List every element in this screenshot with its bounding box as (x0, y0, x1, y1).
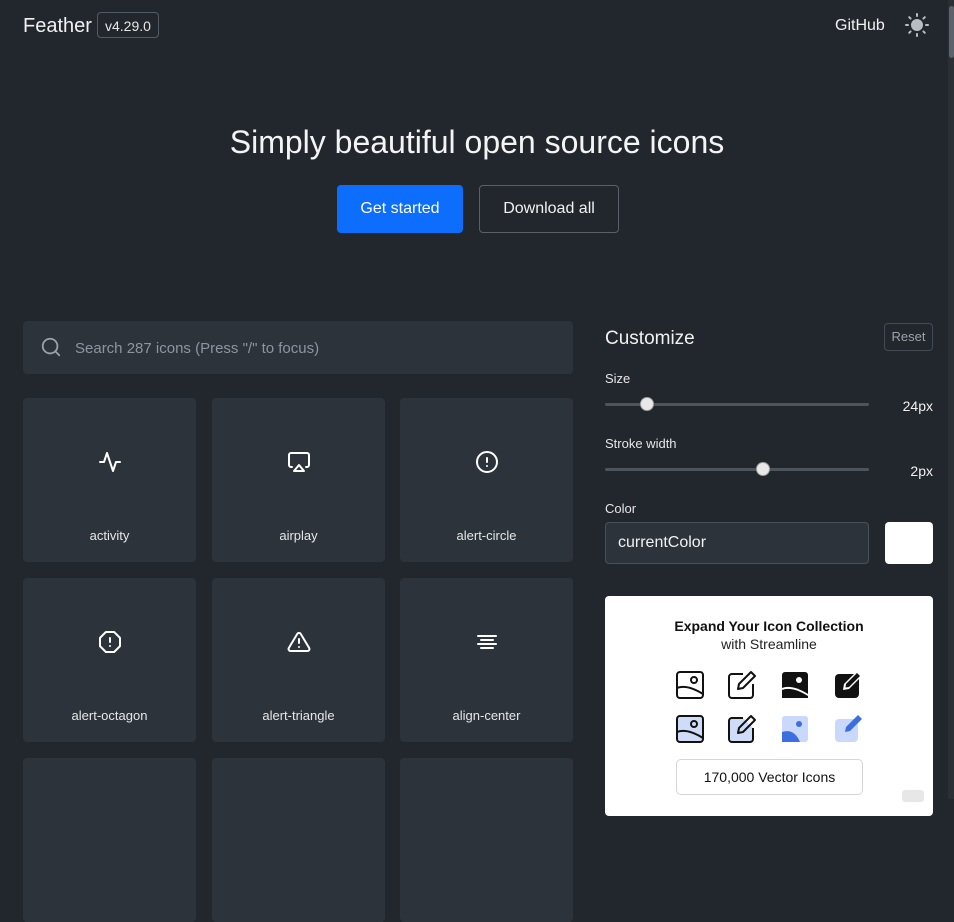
customize-title: Customize (605, 328, 695, 349)
icon-card[interactable] (400, 758, 573, 922)
activity-icon (98, 452, 121, 472)
edit-duotone-icon (835, 715, 862, 742)
size-value: 24px (902, 398, 933, 414)
size-slider-thumb[interactable] (640, 397, 655, 411)
sun-icon (905, 13, 929, 37)
color-label: Color (605, 501, 637, 516)
search-icon (40, 336, 62, 358)
stroke-width-label: Stroke width (605, 436, 677, 451)
hero-title: Simply beautiful open source icons (229, 124, 725, 160)
ad-title: Expand Your Icon Collection (674, 618, 864, 634)
icon-card-alert-octagon[interactable]: alert-octagon (23, 578, 196, 742)
page-scrollbar[interactable] (948, 0, 954, 799)
stroke-slider-track[interactable] (605, 468, 869, 471)
icon-card[interactable] (212, 758, 385, 922)
download-all-button[interactable]: Download all (479, 185, 619, 233)
get-started-button[interactable]: Get started (337, 185, 463, 233)
brand-logo[interactable]: Feather (23, 15, 92, 38)
icon-card-label: airplay (279, 528, 318, 543)
edit-solid-icon (835, 671, 862, 698)
icon-card-label: alert-octagon (71, 708, 148, 723)
scrollbar-thumb[interactable] (949, 6, 954, 58)
icon-card[interactable] (23, 758, 196, 922)
icon-card-align-center[interactable]: align-center (400, 578, 573, 742)
alert-circle-icon (475, 451, 498, 473)
version-badge: v4.29.0 (97, 12, 159, 38)
airplay-icon (287, 452, 310, 472)
color-swatch-button[interactable] (885, 522, 933, 564)
edit-flat-icon (728, 715, 756, 743)
search-placeholder: Search 287 icons (Press "/" to focus) (75, 340, 320, 357)
image-flat-icon (676, 715, 704, 743)
edit-icon (728, 671, 756, 699)
github-link[interactable]: GitHub (835, 17, 885, 35)
icon-card-label: activity (89, 528, 130, 543)
icon-card-label: alert-triangle (262, 708, 335, 723)
reset-button[interactable]: Reset (884, 323, 933, 351)
icon-card-alert-triangle[interactable]: alert-triangle (212, 578, 385, 742)
theme-toggle-button[interactable] (905, 13, 929, 37)
color-input[interactable]: currentColor (605, 522, 869, 564)
stroke-slider-thumb[interactable] (756, 462, 771, 476)
alert-triangle-icon (287, 631, 310, 652)
image-solid-icon (782, 672, 808, 698)
icon-card-activity[interactable]: activity (23, 398, 196, 562)
ad-badge (902, 790, 924, 802)
ad-subtitle: with Streamline (721, 636, 817, 652)
size-label: Size (605, 371, 631, 386)
image-icon (676, 671, 704, 699)
icon-card-label: alert-circle (456, 528, 517, 543)
icon-card-airplay[interactable]: airplay (212, 398, 385, 562)
image-duotone-icon (782, 716, 808, 742)
icon-card-label: align-center (452, 708, 521, 723)
align-center-icon (476, 635, 497, 649)
ad-cta-button[interactable]: 170,000 Vector Icons (676, 759, 863, 795)
alert-octagon-icon (98, 631, 121, 653)
stroke-width-value: 2px (910, 463, 933, 479)
icon-card-alert-circle[interactable]: alert-circle (400, 398, 573, 562)
